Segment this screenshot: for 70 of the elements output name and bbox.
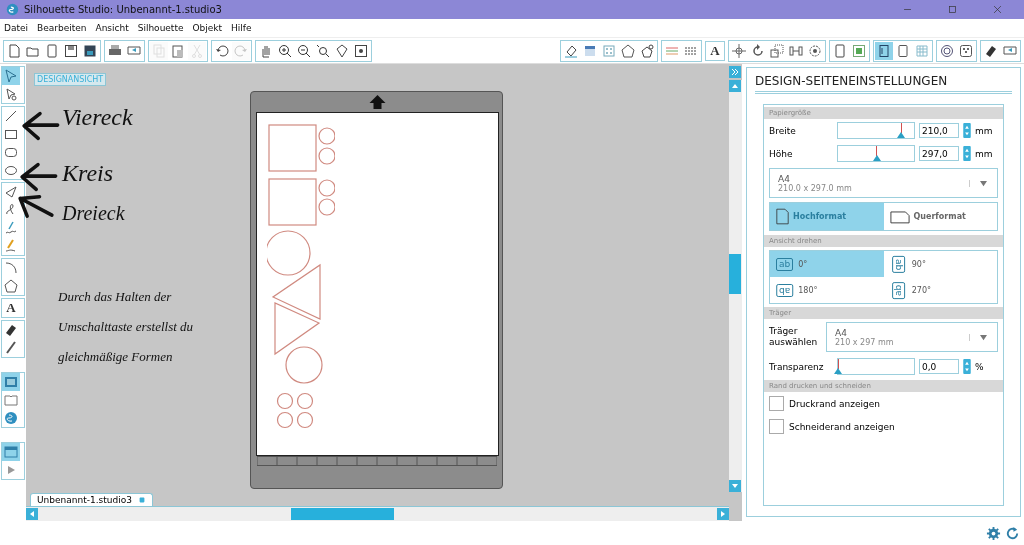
scroll-left-icon[interactable] bbox=[26, 508, 38, 520]
annotation-label: Viereck bbox=[62, 104, 133, 131]
arrow-icon bbox=[18, 162, 58, 192]
rotated-text-icon: ab bbox=[776, 257, 794, 271]
checkbox[interactable] bbox=[769, 396, 784, 411]
field-label: Breite bbox=[769, 125, 797, 136]
collapse-panel-icon[interactable] bbox=[729, 66, 741, 78]
field-label: Transparenz bbox=[769, 361, 825, 372]
spinner-icon[interactable] bbox=[963, 359, 971, 374]
unit-label: mm bbox=[975, 148, 993, 159]
refresh-icon[interactable] bbox=[1005, 525, 1020, 541]
scroll-thumb[interactable] bbox=[729, 254, 741, 294]
number-field[interactable]: 0,0 bbox=[919, 359, 959, 374]
view-label: DESIGNANSICHT bbox=[34, 73, 107, 86]
checkbox-label[interactable]: Schneiderand anzeigen bbox=[789, 421, 895, 432]
spinner-icon[interactable] bbox=[963, 123, 971, 138]
pin-icon[interactable] bbox=[137, 496, 146, 504]
paper-size-dropdown[interactable]: A4 210.0 x 297.0 mm bbox=[769, 168, 998, 198]
spinner-icon[interactable] bbox=[963, 146, 971, 161]
menu-item[interactable]: Bearbeiten bbox=[37, 23, 87, 33]
rotation-option[interactable]: ab 0° bbox=[770, 251, 884, 277]
up-arrow-icon bbox=[369, 95, 386, 109]
screen-icon[interactable] bbox=[2, 373, 20, 391]
annotation-label: Dreieck bbox=[62, 202, 125, 225]
panel-title: DESIGN-SEITENEINSTELLUNGEN bbox=[755, 74, 1012, 94]
scroll-down-icon[interactable] bbox=[729, 480, 741, 492]
scroll-up-icon[interactable] bbox=[729, 80, 741, 92]
unit-label: mm bbox=[975, 125, 993, 136]
scroll-thumb[interactable] bbox=[291, 508, 394, 520]
unit-label: % bbox=[975, 361, 984, 372]
slider-track[interactable] bbox=[837, 358, 915, 375]
checkbox[interactable] bbox=[769, 419, 784, 434]
scroll-right-icon[interactable] bbox=[717, 508, 729, 520]
maximize-icon[interactable] bbox=[947, 4, 958, 15]
field-label: Träger auswählen bbox=[769, 326, 819, 348]
checkbox-label[interactable]: Druckrand anzeigen bbox=[789, 398, 880, 409]
logo-icon bbox=[6, 3, 19, 16]
document-tab[interactable]: Unbenannt-1.studio3 bbox=[30, 493, 153, 506]
pentagon-circle-icon[interactable] bbox=[638, 41, 656, 60]
menu-item[interactable]: Silhouette bbox=[137, 23, 184, 33]
rotated-text-icon: ab bbox=[776, 283, 794, 297]
page-icon[interactable] bbox=[875, 41, 893, 60]
portrait-page-icon bbox=[776, 208, 789, 225]
arrow-icon bbox=[20, 111, 60, 141]
crosshair-icon[interactable] bbox=[730, 41, 748, 60]
text-tool-button[interactable]: A bbox=[707, 42, 723, 59]
vertical-scrollbar[interactable] bbox=[729, 80, 742, 492]
menu-item[interactable]: Hilfe bbox=[231, 23, 252, 33]
settings-icon[interactable] bbox=[986, 525, 1001, 541]
slider-track[interactable] bbox=[837, 145, 915, 162]
carrier-dropdown[interactable]: A4 210 x 297 mm bbox=[826, 322, 998, 352]
slider-track[interactable] bbox=[837, 122, 915, 139]
pointer-icon[interactable] bbox=[2, 67, 20, 85]
slider-thumb[interactable] bbox=[834, 359, 842, 374]
menu-item[interactable]: Objekt bbox=[192, 23, 223, 33]
menu-item[interactable]: Ansicht bbox=[95, 23, 129, 33]
landscape-page-icon bbox=[889, 209, 910, 224]
annotation-label: Kreis bbox=[62, 160, 114, 187]
horizontal-scrollbar[interactable] bbox=[26, 506, 729, 521]
annotation-note: Durch das Halten der Umschalttaste erstellst du gleichmäßige Formen bbox=[58, 288, 195, 366]
window-title: Silhouette Studio: Unbenannt-1.studio3 bbox=[24, 4, 222, 15]
window-icon[interactable] bbox=[2, 443, 20, 461]
number-field[interactable]: 297,0 bbox=[919, 146, 959, 161]
menu-item[interactable]: Datei bbox=[4, 23, 28, 33]
number-field[interactable]: 210,0 bbox=[919, 123, 959, 138]
close-icon[interactable] bbox=[992, 4, 1003, 15]
polygon-icon[interactable] bbox=[2, 277, 20, 295]
globe-icon[interactable] bbox=[2, 409, 20, 427]
scale-icon[interactable] bbox=[768, 41, 786, 60]
field-label: Höhe bbox=[769, 148, 794, 159]
